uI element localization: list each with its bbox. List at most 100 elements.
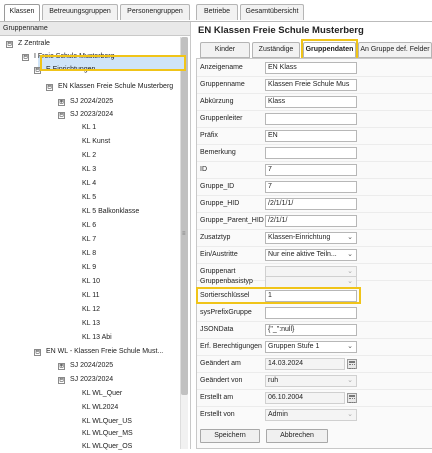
anzeigename-input[interactable]: EN Klass xyxy=(265,62,357,74)
top-tab-bar: Klassen Betreuungsgruppen Personengruppe… xyxy=(0,0,432,22)
plus-box-icon[interactable]: ⊞ xyxy=(58,363,65,370)
tree-node-zentrale[interactable]: ⊟ Z Zentrale xyxy=(6,37,50,50)
divider xyxy=(197,144,432,145)
tab-klassen[interactable]: Klassen xyxy=(4,4,40,22)
geaendert-am-date[interactable]: 14.03.2024 xyxy=(265,358,345,370)
field-label: Gruppenname xyxy=(200,81,245,88)
tree-node-label: EN Klassen Freie Schule Musterberg xyxy=(58,83,174,90)
tree-node-class[interactable]: KL 1 xyxy=(82,121,96,134)
gruppenname-input[interactable]: Klassen Freie Schule Mus xyxy=(265,79,357,91)
tree-node-class[interactable]: KL 5 Balkonklasse xyxy=(82,205,139,218)
tree-node-sj-2024-2025[interactable]: ⊞ SJ 2024/2025 xyxy=(58,95,113,108)
tree-node-class[interactable]: KL WL_Quer xyxy=(82,387,122,400)
highlight-gruppendaten-tab xyxy=(301,39,358,60)
select-value: Gruppen Stufe 1 xyxy=(268,343,320,350)
tree-node-class[interactable]: KL 12 xyxy=(82,303,100,316)
divider xyxy=(197,76,432,77)
tree-node-class[interactable]: KL 4 xyxy=(82,177,96,190)
tab-personengruppen[interactable]: Personengruppen xyxy=(120,4,190,20)
divider xyxy=(197,338,432,339)
abkuerzung-input[interactable]: Klass xyxy=(265,96,357,108)
select-value: Klassen-Einrichtung xyxy=(268,234,331,241)
field-label: Abkürzung xyxy=(200,98,234,105)
tree-node-sj-2024-2025-wl[interactable]: ⊞ SJ 2024/2025 xyxy=(58,359,113,372)
bemerkung-input[interactable] xyxy=(265,147,357,159)
minus-box-icon[interactable]: ⊟ xyxy=(46,84,53,91)
zusatztyp-select[interactable]: Klassen-Einrichtung ⌄ xyxy=(265,232,357,244)
tree-scrollbar-thumb[interactable] xyxy=(181,37,188,395)
tree-node-sj-2023-2024-wl[interactable]: ⊟ SJ 2023/2024 xyxy=(58,373,113,386)
chevron-down-icon: ⌄ xyxy=(347,343,353,350)
divider xyxy=(197,93,432,94)
jsondata-input[interactable]: {"_":null} xyxy=(265,324,357,336)
minus-box-icon[interactable]: ⊟ xyxy=(34,349,41,356)
tree-node-class[interactable]: KL WLQuer_OS xyxy=(82,440,132,453)
tree-node-class[interactable]: KL 2 xyxy=(82,149,96,162)
tree-node-class[interactable]: KL 13 xyxy=(82,317,100,330)
gruppenleiter-input[interactable] xyxy=(265,113,357,125)
divider xyxy=(197,355,432,356)
tree-node-class[interactable]: KL 11 xyxy=(82,289,100,302)
id-input[interactable]: 7 xyxy=(265,164,357,176)
berechtigungen-select[interactable]: Gruppen Stufe 1 ⌄ xyxy=(265,341,357,353)
field-label: Präfix xyxy=(200,132,218,139)
tree-node-label: EN WL - Klassen Freie Schule Must... xyxy=(46,348,164,355)
erstellt-von-select[interactable]: Admin ⌄ xyxy=(265,409,357,421)
gruppe-id-input[interactable]: 7 xyxy=(265,181,357,193)
calendar-icon[interactable] xyxy=(347,393,357,403)
minus-box-icon[interactable]: ⊟ xyxy=(58,377,65,384)
tree-node-label: SJ 2023/2024 xyxy=(70,111,114,118)
gruppe-parent-hid-input[interactable]: /2/1/1/ xyxy=(265,215,357,227)
calendar-icon[interactable] xyxy=(347,359,357,369)
gruppe-hid-input[interactable]: /2/1/1/1/ xyxy=(265,198,357,210)
field-label: sysPrefixGruppe xyxy=(200,309,252,316)
tree-node-class[interactable]: KL 10 xyxy=(82,275,100,288)
field-label: Anzeigename xyxy=(200,64,243,71)
page-title: EN Klassen Freie Schule Musterberg xyxy=(198,25,364,36)
erstellt-am-date[interactable]: 06.10.2004 xyxy=(265,392,345,404)
tree-node-sj-2023-2024[interactable]: ⊟ SJ 2023/2024 xyxy=(58,108,113,121)
tree-node-class[interactable]: KL 13 Abi xyxy=(82,331,112,344)
tree-node-class[interactable]: KL 7 xyxy=(82,233,96,246)
tab-gruppe-felder[interactable]: An Gruppe def. Felder xyxy=(358,42,432,58)
select-value: Nur eine aktive Teiln... xyxy=(268,251,337,258)
tree-node-en-klassen[interactable]: ⊟ EN Klassen Freie Schule Musterberg xyxy=(46,80,173,93)
tree-node-class[interactable]: KL 8 xyxy=(82,247,96,260)
tree-node-class[interactable]: KL 5 xyxy=(82,191,96,204)
select-value: Admin xyxy=(268,411,288,418)
praefix-input[interactable]: EN xyxy=(265,130,357,142)
divider xyxy=(197,229,432,230)
tab-kinder[interactable]: Kinder xyxy=(200,42,250,58)
minus-box-icon[interactable]: ⊟ xyxy=(58,112,65,119)
field-label: ID xyxy=(200,166,207,173)
sysprefixgruppe-input[interactable] xyxy=(265,307,357,319)
divider xyxy=(197,406,432,407)
geaendert-von-select[interactable]: ruh ⌄ xyxy=(265,375,357,387)
chevron-down-icon: ⌄ xyxy=(347,377,353,384)
field-label: Gruppenleiter xyxy=(200,115,243,122)
tree-column-header[interactable]: Gruppenname xyxy=(0,22,190,36)
minus-box-icon[interactable]: ⊟ xyxy=(6,41,13,48)
save-button[interactable]: Speichern xyxy=(200,429,260,443)
plus-box-icon[interactable]: ⊞ xyxy=(58,99,65,106)
field-label: Erstellt von xyxy=(200,411,235,418)
chevron-down-icon: ⌄ xyxy=(347,234,353,241)
tree-node-class[interactable]: KL 6 xyxy=(82,219,96,232)
tree-node-class[interactable]: KL 9 xyxy=(82,261,96,274)
tree-node-class[interactable]: KL WL2024 xyxy=(82,401,118,414)
field-label: JSONData xyxy=(200,326,234,333)
tree-node-class[interactable]: KL Kunst xyxy=(82,135,110,148)
tab-betreuungsgruppen[interactable]: Betreuungsgruppen xyxy=(42,4,118,20)
tree-node-class[interactable]: KL WLQuer_MS xyxy=(82,427,133,440)
cancel-button[interactable]: Abbrechen xyxy=(266,429,328,443)
tree-node-en-wl[interactable]: ⊟ EN WL - Klassen Freie Schule Must... xyxy=(34,345,163,358)
tab-gesamtuebersicht[interactable]: Gesamtübersicht xyxy=(240,4,304,20)
tab-betriebe[interactable]: Betriebe xyxy=(196,4,238,20)
chevron-down-icon: ⌄ xyxy=(347,251,353,258)
tree-node-class[interactable]: KL 3 xyxy=(82,163,96,176)
field-label: Erf. Berechtigungen xyxy=(200,343,262,350)
tab-zustaendige[interactable]: Zuständige xyxy=(252,42,300,58)
ein-austritte-select[interactable]: Nur eine aktive Teiln... ⌄ xyxy=(265,249,357,261)
chevron-down-icon: ⌄ xyxy=(347,278,353,285)
minus-box-icon[interactable]: ⊟ xyxy=(22,54,29,61)
